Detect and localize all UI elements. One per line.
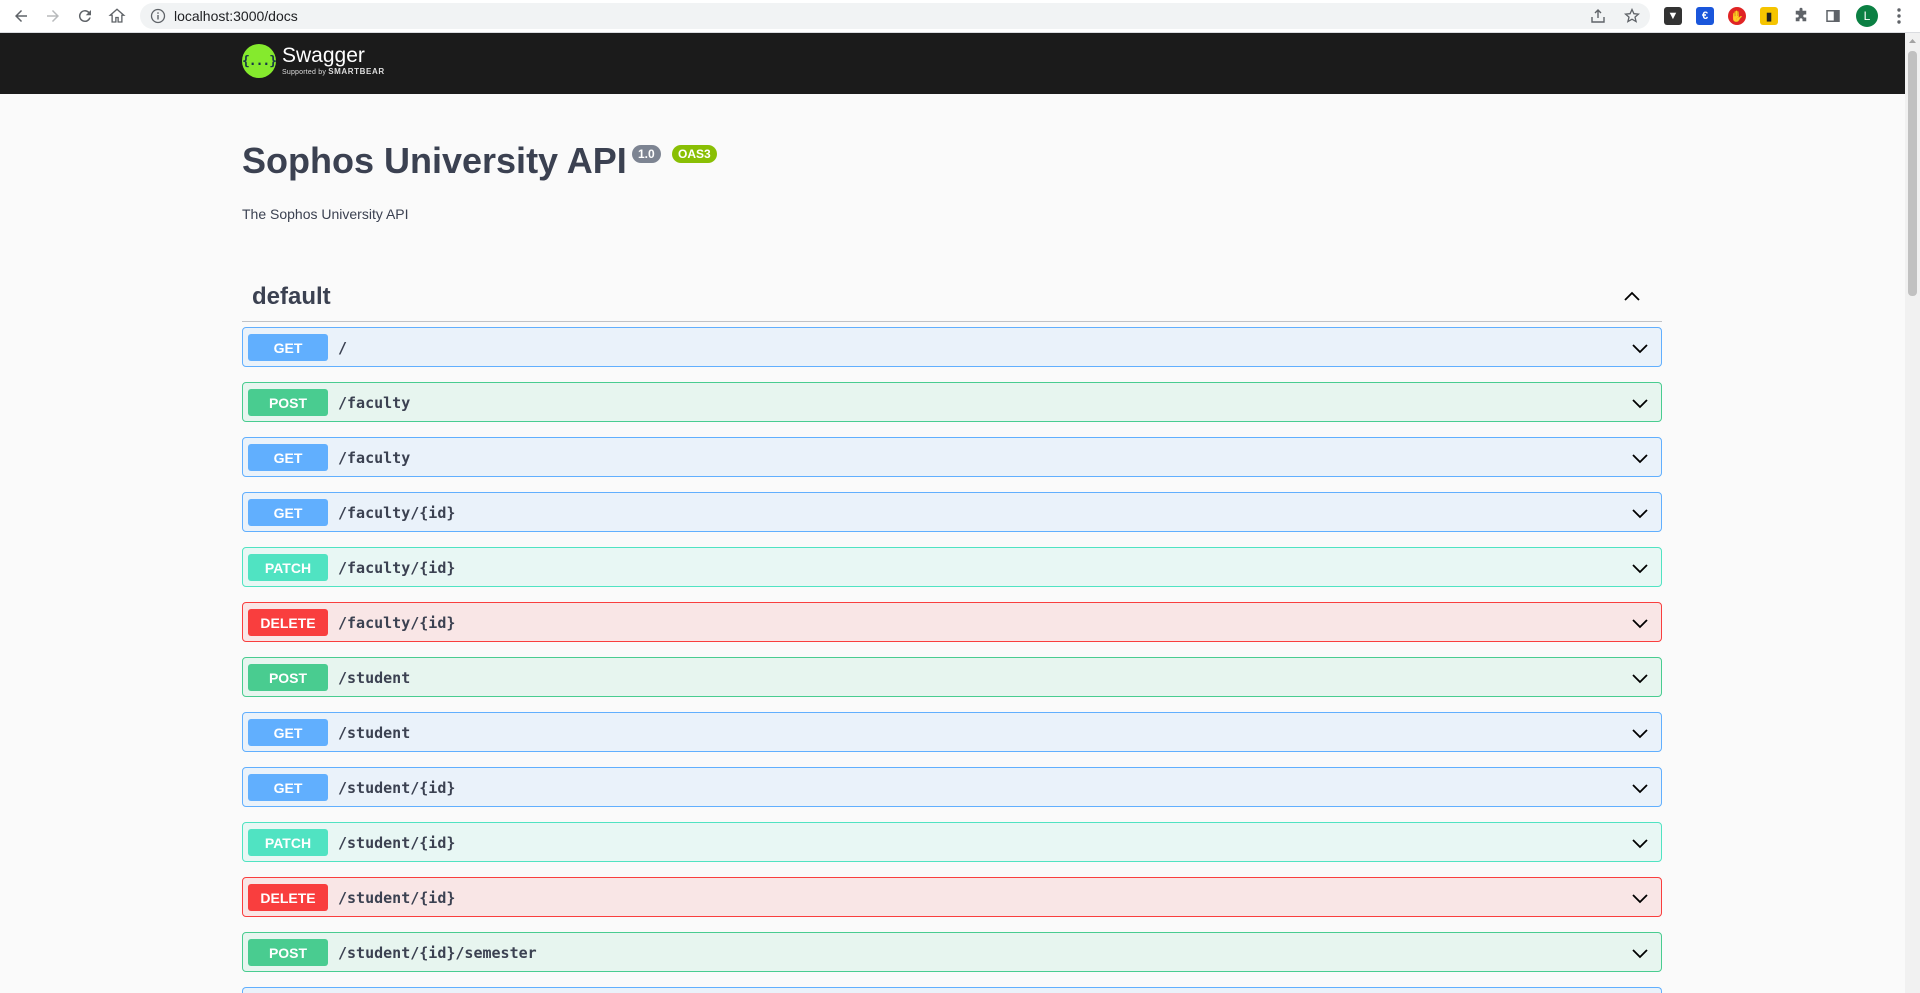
browser-menu-icon[interactable] [1894,7,1904,25]
operation-post-student-semester[interactable]: POST /student/{id}/semester [242,932,1662,972]
chevron-down-icon[interactable] [1631,669,1649,687]
extension-currency-icon[interactable]: € [1696,7,1714,25]
chevron-down-icon[interactable] [1631,394,1649,412]
operation-path: /student/{id} [338,889,456,907]
version-badge: 1.0 [632,145,661,163]
site-info-icon[interactable] [150,8,166,24]
operation-delete-student-id[interactable]: DELETE /student/{id} [242,877,1662,917]
method-badge: PATCH [248,829,328,856]
logo-supported-by: Supported by [282,69,327,76]
api-title: Sophos University API [242,140,627,181]
swagger-logo-icon: {...} [242,44,277,78]
method-badge: DELETE [248,609,328,636]
operation-path: /student/{id} [338,834,456,852]
oas-badge: OAS3 [672,145,717,163]
chevron-down-icon[interactable] [1631,614,1649,632]
operation-path: /faculty [338,394,411,412]
tag-section-header[interactable]: default [242,270,1662,322]
home-icon[interactable] [105,4,129,28]
method-badge: PATCH [248,554,328,581]
chevron-down-icon[interactable] [1631,339,1649,357]
extension-shield-icon[interactable]: ▼ [1664,7,1682,25]
chevron-down-icon[interactable] [1631,504,1649,522]
operation-path: / [338,339,348,357]
profile-avatar[interactable]: L [1856,5,1878,27]
method-badge: GET [248,774,328,801]
back-arrow-icon[interactable] [9,4,33,28]
url-text[interactable]: localhost:3000/docs [174,8,298,24]
chevron-down-icon[interactable] [1631,724,1649,742]
extensions-puzzle-icon[interactable] [1789,4,1813,28]
api-description: The Sophos University API [242,206,409,222]
operation-path: /faculty/{id} [338,559,456,577]
reload-icon[interactable] [73,4,97,28]
swagger-logo-name: Swagger [282,44,365,67]
browser-toolbar: localhost:3000/docs ▼ € ✋ ▮ L [0,0,1920,33]
operation-post-student[interactable]: POST /student [242,657,1662,697]
swagger-topbar: {...} Swagger Supported by SMARTBEAR [0,33,1905,94]
chevron-down-icon[interactable] [1631,944,1649,962]
chevron-down-icon[interactable] [1631,889,1649,907]
chevron-down-icon[interactable] [1631,559,1649,577]
method-badge: DELETE [248,884,328,911]
method-badge: GET [248,719,328,746]
scroll-up-arrow-icon[interactable] [1908,36,1917,45]
bookmark-star-icon[interactable] [1624,8,1640,24]
tag-name[interactable]: default [252,283,331,311]
method-badge: POST [248,664,328,691]
method-badge: GET [248,444,328,471]
operation-delete-faculty-id[interactable]: DELETE /faculty/{id} [242,602,1662,642]
operation-path: /faculty [338,449,411,467]
operation-patch-faculty-id[interactable]: PATCH /faculty/{id} [242,547,1662,587]
operation-partial-next [242,987,1662,993]
operation-post-faculty[interactable]: POST /faculty [242,382,1662,422]
address-bar[interactable]: localhost:3000/docs [140,3,1650,29]
operation-patch-student-id[interactable]: PATCH /student/{id} [242,822,1662,862]
method-badge: GET [248,499,328,526]
swagger-logo-sub: Supported by SMARTBEAR [282,67,385,77]
chevron-down-icon[interactable] [1631,834,1649,852]
operation-get-faculty-id[interactable]: GET /faculty/{id} [242,492,1662,532]
operation-get-student-id[interactable]: GET /student/{id} [242,767,1662,807]
operation-path: /faculty/{id} [338,504,456,522]
operation-get-faculty[interactable]: GET /faculty [242,437,1662,477]
operation-path: /student/{id} [338,779,456,797]
operation-path: /student [338,669,411,687]
logo-brand: SMARTBEAR [328,67,385,76]
chevron-down-icon[interactable] [1631,449,1649,467]
extension-chart-icon[interactable]: ▮ [1760,7,1778,25]
method-badge: GET [248,334,328,361]
page-scrollbar[interactable] [1905,33,1920,993]
share-icon[interactable] [1590,8,1606,24]
chevron-down-icon[interactable] [1631,779,1649,797]
chevron-up-icon[interactable] [1622,286,1642,306]
forward-arrow-icon[interactable] [41,4,65,28]
operation-path: /faculty/{id} [338,614,456,632]
operation-path: /student/{id}/semester [338,944,537,962]
side-panel-icon[interactable] [1821,4,1845,28]
operation-get-root[interactable]: GET / [242,327,1662,367]
method-badge: POST [248,939,328,966]
extension-adblock-icon[interactable]: ✋ [1728,7,1746,25]
swagger-logo[interactable]: {...} Swagger Supported by SMARTBEAR [242,44,385,78]
scrollbar-thumb[interactable] [1908,51,1917,296]
operation-path: /student [338,724,411,742]
method-badge: POST [248,389,328,416]
operation-get-student[interactable]: GET /student [242,712,1662,752]
